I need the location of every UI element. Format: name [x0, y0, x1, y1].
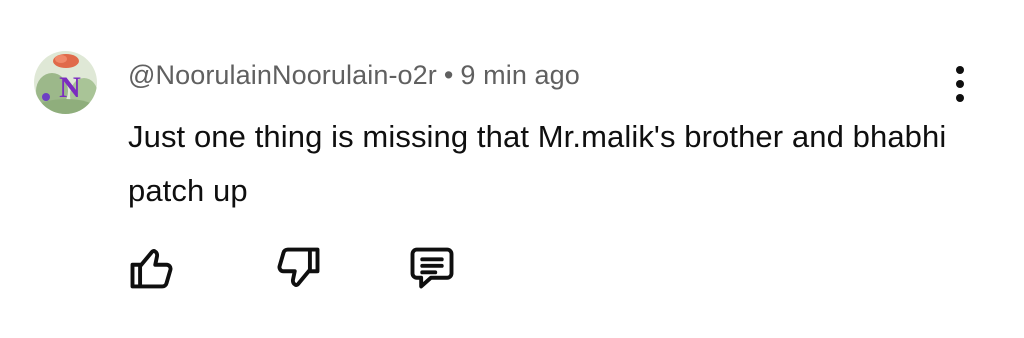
meta-separator: • [443, 60, 454, 90]
dislike-button[interactable] [272, 242, 324, 294]
thumb-down-icon [277, 247, 320, 287]
comment-header: @NoorulainNoorulain-o2r • 9 min ago [128, 59, 580, 91]
thumb-up-icon [130, 249, 173, 289]
comment-timestamp[interactable]: 9 min ago [460, 60, 579, 90]
avatar[interactable]: N [34, 51, 97, 114]
more-vert-icon [956, 66, 964, 102]
like-button[interactable] [126, 242, 178, 294]
comment-item: N @NoorulainNoorulain-o2r • 9 min ago Just… [0, 0, 1024, 338]
reply-comment-icon [410, 247, 454, 289]
more-options-button[interactable] [940, 62, 980, 106]
comment-text: Just one thing is missing that Mr.malik'… [128, 119, 947, 208]
reply-button[interactable] [406, 242, 458, 294]
avatar-image: N [34, 51, 97, 114]
avatar-letter: N [59, 71, 81, 104]
author-name[interactable]: @NoorulainNoorulain-o2r [128, 60, 437, 90]
